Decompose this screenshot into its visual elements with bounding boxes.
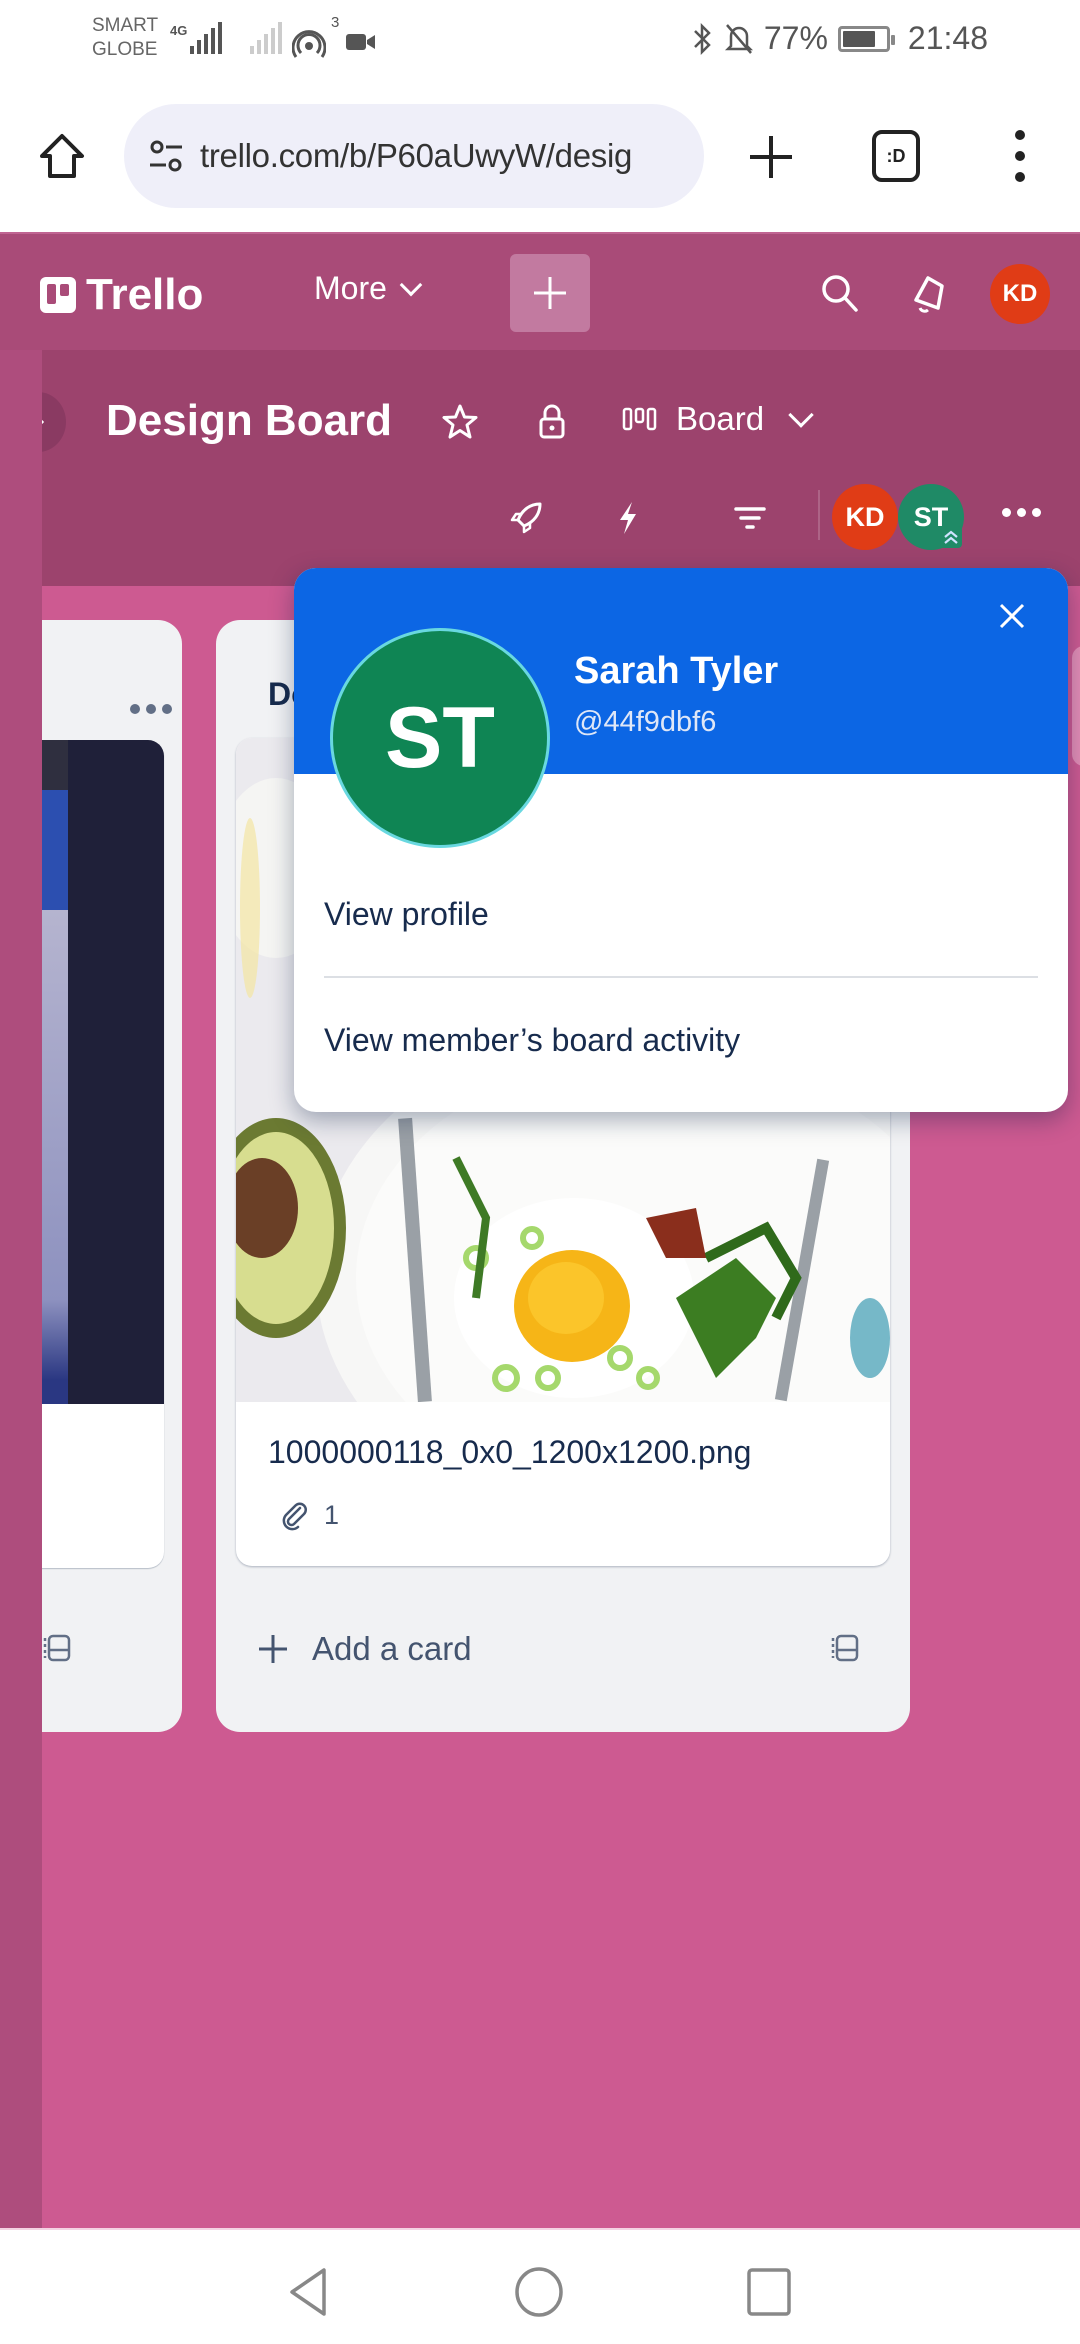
more-label: More	[314, 270, 387, 306]
view-switcher[interactable]: Board	[622, 400, 814, 438]
member-initials: ST	[385, 689, 495, 786]
card-title: 1000000118_0x0_1200x1200.png	[268, 1434, 752, 1470]
view-profile-link[interactable]: View profile	[324, 896, 489, 933]
hotspot-count: 3	[331, 14, 340, 31]
status-bar: SMART GLOBE 4G 3 77% 21:48	[0, 0, 1080, 86]
signal-icon	[190, 22, 222, 54]
browser-toolbar: trello.com/b/P60aUwyW/desig :D	[0, 86, 1080, 232]
add-card-label: Add a card	[312, 1630, 472, 1667]
trello-logo[interactable]: Trello	[40, 270, 203, 320]
user-initials: KD	[1002, 280, 1038, 307]
board-view-icon	[622, 407, 657, 431]
board-title[interactable]: Design Board	[106, 396, 392, 446]
create-button[interactable]	[510, 254, 590, 332]
toolbar-divider	[818, 490, 820, 540]
attachment-count: 1	[324, 1500, 340, 1530]
filter-icon[interactable]	[730, 498, 770, 538]
bluetooth-icon	[693, 22, 711, 55]
chevron-down-icon	[788, 402, 814, 428]
tab-switcher-icon[interactable]: :D	[872, 130, 920, 182]
carrier-name: SMART GLOBE	[92, 14, 158, 62]
signal-weak-icon	[250, 22, 282, 54]
member-avatar-large: ST	[330, 628, 550, 848]
board-menu-icon[interactable]	[1002, 508, 1041, 517]
address-bar[interactable]: trello.com/b/P60aUwyW/desig	[124, 104, 704, 208]
carrier-line-1: SMART	[92, 15, 159, 36]
popover-divider	[324, 976, 1038, 978]
card-cover-screenshot	[42, 740, 68, 1404]
attachment-badge: 1	[280, 1500, 339, 1531]
member-popover: ST Sarah Tyler @44f9dbf6 View profile Vi…	[294, 568, 1068, 1112]
back-icon[interactable]	[284, 2266, 334, 2318]
hotspot-icon	[292, 30, 326, 58]
video-camera-icon	[346, 34, 375, 50]
list-partial[interactable]	[1072, 646, 1080, 766]
system-nav-bar	[0, 2228, 1080, 2344]
status-right: 77% 21:48	[692, 20, 988, 57]
card-template-icon[interactable]	[42, 1630, 76, 1664]
list: +	[42, 620, 182, 1732]
list-actions-icon[interactable]	[130, 704, 172, 714]
battery-icon	[837, 25, 895, 52]
url-text[interactable]: trello.com/b/P60aUwyW/desig	[200, 137, 632, 175]
more-menu-button[interactable]: More	[314, 270, 423, 307]
member-full-name: Sarah Tyler	[574, 650, 779, 692]
automation-lightning-icon[interactable]	[608, 498, 648, 538]
close-icon[interactable]	[994, 598, 1030, 634]
member-username: @44f9dbf6	[574, 706, 717, 738]
paperclip-icon	[282, 1502, 307, 1530]
trello-header: Trello More KD	[0, 232, 1080, 350]
member-avatar-kd[interactable]: KD	[832, 484, 898, 550]
board-sidebar-rail	[0, 350, 42, 2230]
view-label: Board	[676, 400, 765, 437]
user-avatar[interactable]: KD	[990, 264, 1050, 324]
search-icon[interactable]	[816, 270, 862, 316]
tab-count: :D	[886, 145, 906, 166]
chevron-down-icon	[399, 273, 423, 296]
carrier-line-2: GLOBE	[92, 39, 158, 60]
view-board-activity-link[interactable]: View member’s board activity	[324, 1022, 740, 1059]
plus-icon	[259, 1635, 287, 1663]
home-circle-icon[interactable]	[514, 2266, 564, 2318]
board-header: Design Board Board KD ST	[0, 350, 1080, 586]
notifications-bell-icon[interactable]	[906, 270, 952, 316]
browser-menu-icon[interactable]	[1008, 130, 1032, 182]
bell-muted-icon	[724, 23, 753, 54]
power-ups-rocket-icon[interactable]	[506, 498, 546, 538]
network-type: 4G	[170, 23, 188, 38]
card[interactable]: +	[42, 740, 164, 1568]
logo-text: Trello	[86, 270, 204, 319]
clock: 21:48	[907, 20, 988, 56]
admin-chevrons-icon	[940, 526, 962, 548]
site-settings-icon[interactable]	[146, 136, 186, 176]
trello-logo-icon	[40, 277, 76, 313]
star-icon[interactable]	[440, 402, 480, 442]
member-initials: KD	[845, 501, 885, 532]
recents-icon[interactable]	[744, 2266, 794, 2318]
lock-icon[interactable]	[532, 402, 572, 442]
home-icon[interactable]	[36, 130, 88, 182]
battery-percent: 77%	[763, 20, 828, 56]
card-template-icon[interactable]	[830, 1630, 864, 1664]
new-tab-icon[interactable]	[746, 132, 796, 182]
plus-icon	[534, 277, 566, 309]
add-card-button[interactable]: Add a card	[256, 1630, 472, 1668]
